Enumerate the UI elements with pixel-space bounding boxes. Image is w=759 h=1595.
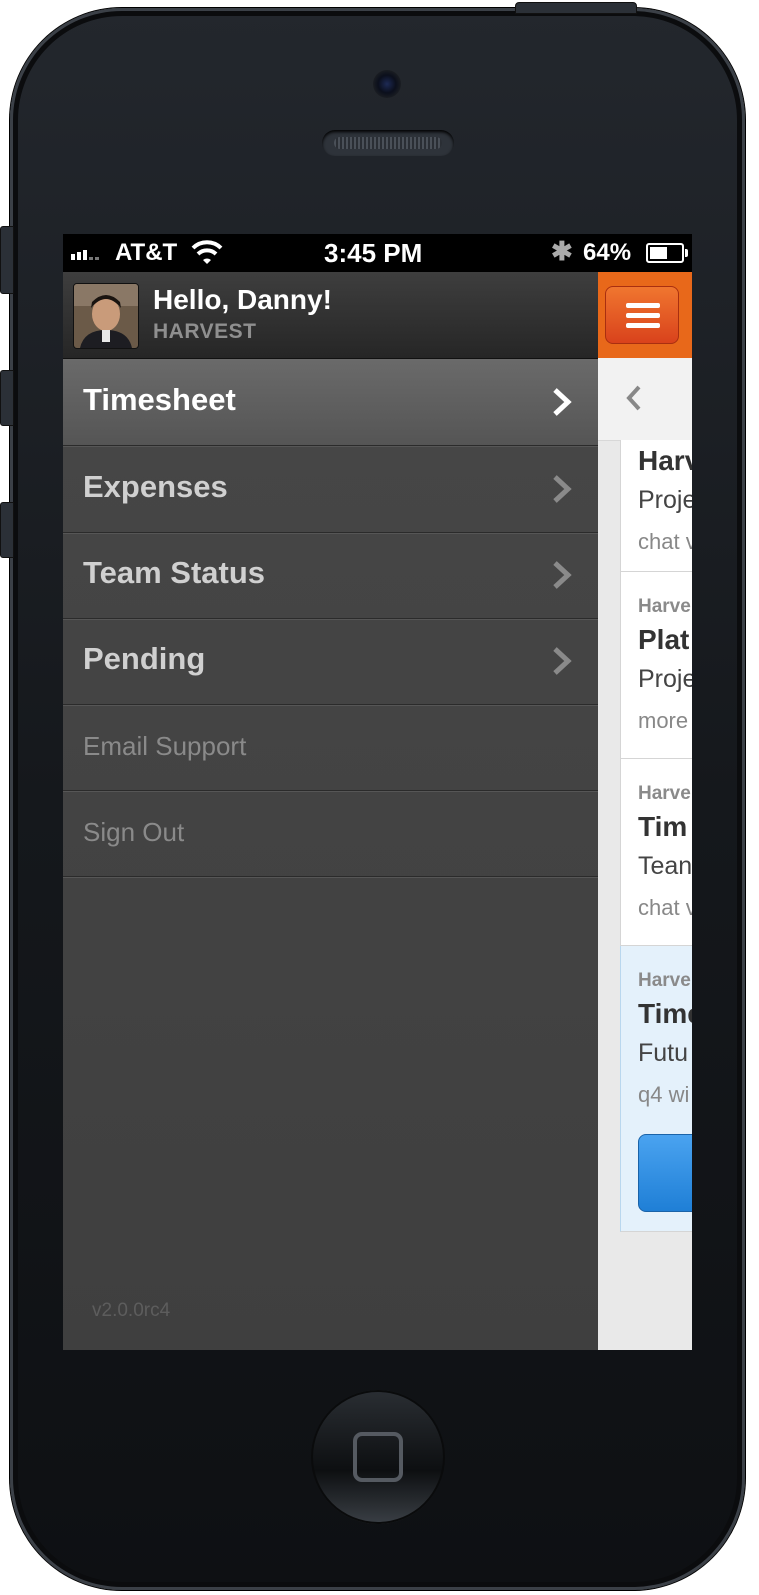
card-title: Harv: [638, 445, 692, 476]
menu-item-email-support[interactable]: Email Support: [63, 704, 598, 791]
bluetooth-icon: ✱: [551, 236, 573, 266]
battery-percent: 64%: [583, 239, 632, 266]
menu-toggle-button[interactable]: [605, 286, 679, 344]
card-subtitle: Proje: [638, 486, 692, 514]
volume-up-button: [0, 370, 14, 426]
volume-down-button: [0, 502, 14, 558]
side-menu: Hello, Danny! HARVEST Timesheet Expenses…: [63, 272, 598, 1350]
menu-item-sign-out[interactable]: Sign Out: [63, 790, 598, 877]
menu-item-label: Pending: [83, 641, 206, 676]
card-title: Plat: [638, 624, 690, 655]
status-bar: AT&T 3:45 PM ✱ 64%: [63, 234, 692, 272]
card-source: Harve: [638, 783, 691, 804]
signal-bars-icon: [71, 246, 99, 260]
chevron-right-icon: [553, 388, 572, 416]
screen: AT&T 3:45 PM ✱ 64% Hello, Danny! HARVEST…: [63, 234, 692, 1350]
list-item[interactable]: Harve Plat Proje more: [620, 572, 692, 759]
chevron-left-icon[interactable]: [624, 384, 644, 412]
list-item[interactable]: Harv Proje chat v: [620, 440, 692, 572]
home-button[interactable]: [311, 1390, 445, 1524]
chevron-right-icon: [553, 561, 572, 589]
card-subtitle: Futu: [638, 1039, 689, 1067]
card-meta: q4 wi: [638, 1082, 690, 1107]
menu-item-pending[interactable]: Pending: [63, 618, 598, 705]
card-source: Harve: [638, 970, 691, 991]
card-source: Harve: [638, 596, 691, 617]
menu-item-label: Team Status: [83, 555, 266, 590]
main-content-panel[interactable]: Harv Proje chat v Harve Plat Proje more …: [598, 272, 692, 1350]
card-subtitle: Tean: [638, 852, 692, 880]
menu-item-label: Email Support: [83, 731, 247, 761]
menu-item-expenses[interactable]: Expenses: [63, 446, 598, 533]
card-meta: more: [638, 708, 689, 733]
carrier-label: AT&T: [115, 239, 178, 266]
chevron-right-icon: [553, 475, 572, 503]
front-camera: [373, 70, 401, 98]
home-square-icon: [353, 1432, 403, 1482]
menu-header: Hello, Danny! HARVEST: [63, 272, 598, 359]
clock: 3:45 PM: [324, 238, 423, 268]
greeting: Hello, Danny!: [153, 284, 332, 315]
list-item[interactable]: Harve Tim Tean chat v: [620, 759, 692, 946]
menu-item-team-status[interactable]: Team Status: [63, 532, 598, 619]
earpiece-speaker: [322, 130, 454, 156]
card-action-button[interactable]: [638, 1134, 692, 1212]
app-version: v2.0.0rc4: [92, 1300, 171, 1321]
menu-item-label: Expenses: [83, 469, 228, 504]
subnav-bar: [598, 358, 692, 441]
content-header: [598, 272, 692, 358]
sleep-button: [515, 2, 637, 14]
list-item-highlighted[interactable]: Harve Time Futu q4 wi: [620, 946, 692, 1232]
avatar[interactable]: [73, 283, 139, 349]
card-subtitle: Proje: [638, 665, 692, 693]
card-meta: chat v: [638, 895, 692, 920]
card-meta: chat v: [638, 529, 692, 554]
battery-icon: [646, 243, 688, 263]
wifi-icon: [191, 240, 223, 264]
menu-item-timesheet[interactable]: Timesheet: [63, 359, 598, 446]
menu-item-label: Sign Out: [83, 817, 185, 847]
chevron-right-icon: [553, 647, 572, 675]
organization-name: HARVEST: [153, 320, 257, 343]
card-title: Tim: [638, 811, 688, 842]
card-title: Time: [638, 998, 692, 1029]
battery-fill: [650, 247, 667, 259]
menu-item-label: Timesheet: [83, 382, 236, 417]
mute-switch: [0, 226, 14, 294]
